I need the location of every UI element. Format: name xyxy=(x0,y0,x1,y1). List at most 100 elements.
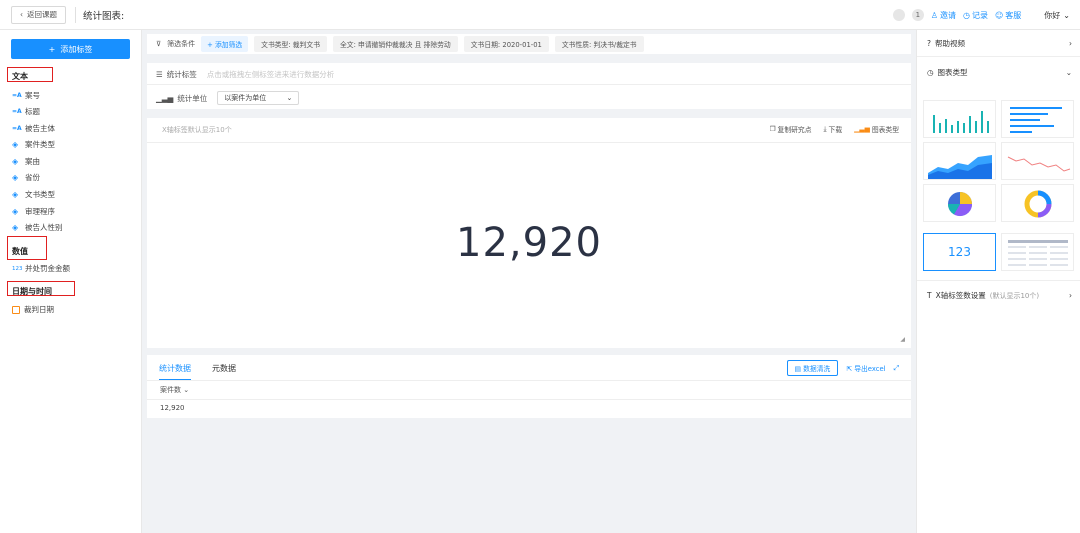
filter-chip-doc-type[interactable]: 文书类型: 裁判文书 xyxy=(254,36,327,52)
back-button-label: 返回课题 xyxy=(27,10,57,19)
chevron-left-icon: ‹ xyxy=(20,10,23,19)
help-video-row[interactable]: ? 帮助视频 › xyxy=(927,38,1072,49)
pie-chart-icon xyxy=(948,192,972,217)
tag-item-province[interactable]: ◈ 省份 xyxy=(12,172,40,183)
export-excel-button[interactable]: ⇱ 导出excel xyxy=(846,363,885,373)
document-icon: ▤ xyxy=(794,365,804,373)
stat-unit-row: ▁▃▅ 统计单位 以案件为单位 ⌄ xyxy=(156,91,300,105)
filter-label: 筛选条件 xyxy=(167,40,196,48)
fullscreen-icon[interactable]: ⤢ xyxy=(894,364,899,373)
filter-chip-fulltext[interactable]: 全文: 申请撤销仲裁裁决 且 排除劳动 xyxy=(333,36,458,52)
support-link[interactable]: ☺ 客服 xyxy=(995,10,1021,21)
right-panel: ? 帮助视频 › ◷ 图表类型 ⌄ 123 T X轴标签数设置 (默认显示10个… xyxy=(916,30,1080,533)
chevron-down-icon: ⌄ xyxy=(1063,10,1070,20)
chart-type-tile-pie[interactable] xyxy=(923,184,996,222)
layers-icon: ◈ xyxy=(12,157,19,166)
data-panel: 统计数据 元数据 ▤ 数据清洗 ⇱ 导出excel ⤢ 案件数 ⌄ 12,920 xyxy=(147,355,911,418)
chart-type-tile-horizontal-bar[interactable] xyxy=(1001,100,1074,138)
bar-chart-icon: ▁▃▅ xyxy=(854,125,870,133)
layers-icon: ◈ xyxy=(12,223,19,232)
resize-handle-icon[interactable]: ◢ xyxy=(900,336,905,343)
chart-type-tile-line[interactable] xyxy=(1001,142,1074,180)
x-axis-setting-row[interactable]: T X轴标签数设置 (默认显示10个) › xyxy=(927,290,1072,301)
text-field-icon: =A xyxy=(12,108,22,115)
tag-item-defendant-gender[interactable]: ◈ 被告人性别 xyxy=(12,222,63,233)
tag-item-case-number[interactable]: =A 案号 xyxy=(12,90,40,101)
copy-icon: ❐ xyxy=(769,125,776,133)
tag-item-fine-amount[interactable]: 123 并处罚金金额 xyxy=(12,263,70,274)
chevron-right-icon: › xyxy=(1069,39,1072,48)
chevron-right-icon: › xyxy=(1069,291,1072,300)
tag-item-document-type[interactable]: ◈ 文书类型 xyxy=(12,189,55,200)
chart-type-tile-bar[interactable] xyxy=(923,100,996,138)
tag-sidebar: + 添加标签 文本 =A 案号 =A 标题 =A 被告主体 ◈ 案件类型 ◈ 案由 ◈ 省份… xyxy=(0,30,142,533)
list-icon: ☰ xyxy=(156,70,163,79)
tag-item-case-type[interactable]: ◈ 案件类型 xyxy=(12,139,55,150)
group-title-text: 文本 xyxy=(12,72,28,81)
stat-tag-row[interactable]: ☰ 统计标签 点击或拖拽左侧标签进来进行数据分析 xyxy=(156,69,334,80)
top-bar: ‹ 返回课题 统计图表: 1 ♙ 邀请 ◷ 记录 ☺ 客服 你好 ⌄ xyxy=(0,0,1080,30)
area-chart-icon xyxy=(928,155,992,179)
stat-tag-dropzone[interactable]: 点击或拖拽左侧标签进来进行数据分析 xyxy=(207,69,335,80)
data-tabs: 统计数据 元数据 xyxy=(159,363,236,380)
user-icon: ♙ xyxy=(930,10,938,20)
chart-type-tile-number[interactable]: 123 xyxy=(923,233,996,271)
add-tag-button[interactable]: + 添加标签 xyxy=(11,39,130,59)
export-icon: ⇱ xyxy=(846,365,855,373)
chart-toolbar: ❐ 复制研究点 ⤓ 下载 ▁▃▅ 图表类型 xyxy=(769,124,899,135)
line-chart-icon xyxy=(1007,156,1071,172)
table-icon xyxy=(1008,240,1068,266)
data-clean-button[interactable]: ▤ 数据清洗 xyxy=(786,360,839,376)
column-header-case-count[interactable]: 案件数 ⌄ xyxy=(160,385,189,395)
tag-item-trial-procedure[interactable]: ◈ 审理程序 xyxy=(12,206,55,217)
text-field-icon: =A xyxy=(12,92,22,99)
data-actions: ▤ 数据清洗 ⇱ 导出excel ⤢ xyxy=(786,360,899,376)
text-field-icon: =A xyxy=(12,125,22,132)
tab-stat-data[interactable]: 统计数据 xyxy=(159,363,191,380)
copy-research-point-button[interactable]: ❐ 复制研究点 xyxy=(769,124,811,134)
tag-item-title[interactable]: =A 标题 xyxy=(12,106,40,117)
chart-type-tile-donut[interactable] xyxy=(1001,184,1074,222)
horizontal-bar-chart-icon xyxy=(1010,107,1062,133)
tab-metadata[interactable]: 元数据 xyxy=(212,363,236,380)
tag-item-cause[interactable]: ◈ 案由 xyxy=(12,156,40,167)
table-cell-case-count: 12,920 xyxy=(160,404,185,412)
number-tile-label: 123 xyxy=(948,245,971,259)
chart-type-row[interactable]: ◷ 图表类型 ⌄ xyxy=(927,67,1072,78)
tag-item-judgment-date[interactable]: 裁判日期 xyxy=(12,304,54,315)
chevron-down-icon: ⌄ xyxy=(286,94,293,102)
notification-dot-icon[interactable] xyxy=(892,9,905,21)
divider xyxy=(147,84,911,85)
header-actions: 1 ♙ 邀请 ◷ 记录 ☺ 客服 你好 ⌄ xyxy=(892,0,1070,30)
user-menu[interactable]: 你好 ⌄ xyxy=(1044,10,1070,21)
divider xyxy=(75,6,76,23)
tag-item-defendant-entity[interactable]: =A 被告主体 xyxy=(12,123,55,134)
bar-chart-icon: ▁▃▅ xyxy=(156,93,174,103)
filter-chip-doc-date[interactable]: 文书日期: 2020-01-01 xyxy=(463,36,549,52)
records-link[interactable]: ◷ 记录 xyxy=(963,10,988,21)
text-type-icon: T xyxy=(927,291,932,300)
donut-chart-icon xyxy=(1024,190,1052,218)
unit-select[interactable]: 以案件为单位 ⌄ xyxy=(217,91,300,105)
plus-icon: + xyxy=(48,44,56,54)
chat-icon: ☺ xyxy=(994,10,1004,20)
clock-icon: ◷ xyxy=(927,68,934,77)
download-button[interactable]: ⤓ 下载 xyxy=(824,124,843,135)
group-title-number: 数值 xyxy=(12,247,28,256)
add-filter-button[interactable]: + 添加筛选 xyxy=(201,36,249,52)
layers-icon: ◈ xyxy=(12,140,19,149)
chart-card: X轴标签默认显示10个 ❐ 复制研究点 ⤓ 下载 ▁▃▅ 图表类型 12,920 ◢ xyxy=(147,118,911,348)
layers-icon: ◈ xyxy=(12,173,19,182)
chart-type-tile-area[interactable] xyxy=(923,142,996,180)
filter-chip-doc-nature[interactable]: 文书性质: 判决书/裁定书 xyxy=(554,36,644,52)
page-title: 统计图表: xyxy=(83,10,125,22)
number-field-icon: 123 xyxy=(12,265,23,272)
filter-bar: ⊽ 筛选条件 + 添加筛选 文书类型: 裁判文书 全文: 申请撤销仲裁裁决 且 … xyxy=(147,34,911,54)
clock-icon: ◷ xyxy=(962,10,970,20)
back-button[interactable]: ‹ 返回课题 xyxy=(11,5,66,24)
chevron-down-icon: ⌄ xyxy=(1065,68,1072,77)
invite-link[interactable]: ♙ 邀请 xyxy=(931,10,956,21)
chart-type-button[interactable]: ▁▃▅ 图表类型 xyxy=(854,124,899,134)
chart-type-tile-table[interactable] xyxy=(1001,233,1074,271)
count-badge[interactable]: 1 xyxy=(911,9,924,21)
